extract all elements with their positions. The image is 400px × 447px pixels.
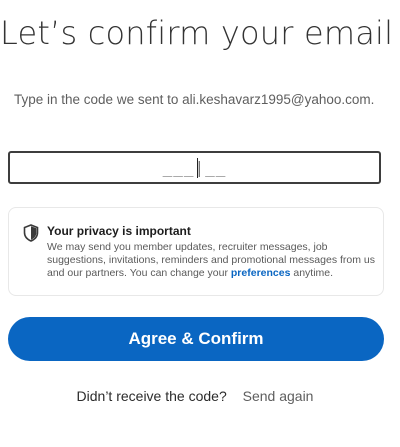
instructions-text: Type in the code we sent to ali.keshavar… [14, 92, 375, 107]
text-caret [197, 158, 198, 178]
resend-question: Didn’t receive the code? [76, 388, 227, 404]
privacy-heading: Your privacy is important [47, 224, 191, 238]
resend-row: Didn’t receive the code? Send again [0, 388, 390, 404]
privacy-body-suffix: anytime. [290, 267, 334, 279]
agree-confirm-button[interactable]: Agree & Confirm [8, 317, 384, 361]
verification-code-input[interactable] [10, 153, 379, 182]
page-title: Let’s confirm your email [0, 14, 394, 52]
send-again-link[interactable]: Send again [243, 388, 314, 404]
privacy-notice-card: Your privacy is important We may send yo… [8, 207, 384, 296]
shield-icon [23, 224, 39, 242]
preferences-link[interactable]: preferences [231, 267, 291, 279]
verification-code-field[interactable] [8, 151, 381, 184]
privacy-body: We may send you member updates, recruite… [47, 241, 377, 280]
